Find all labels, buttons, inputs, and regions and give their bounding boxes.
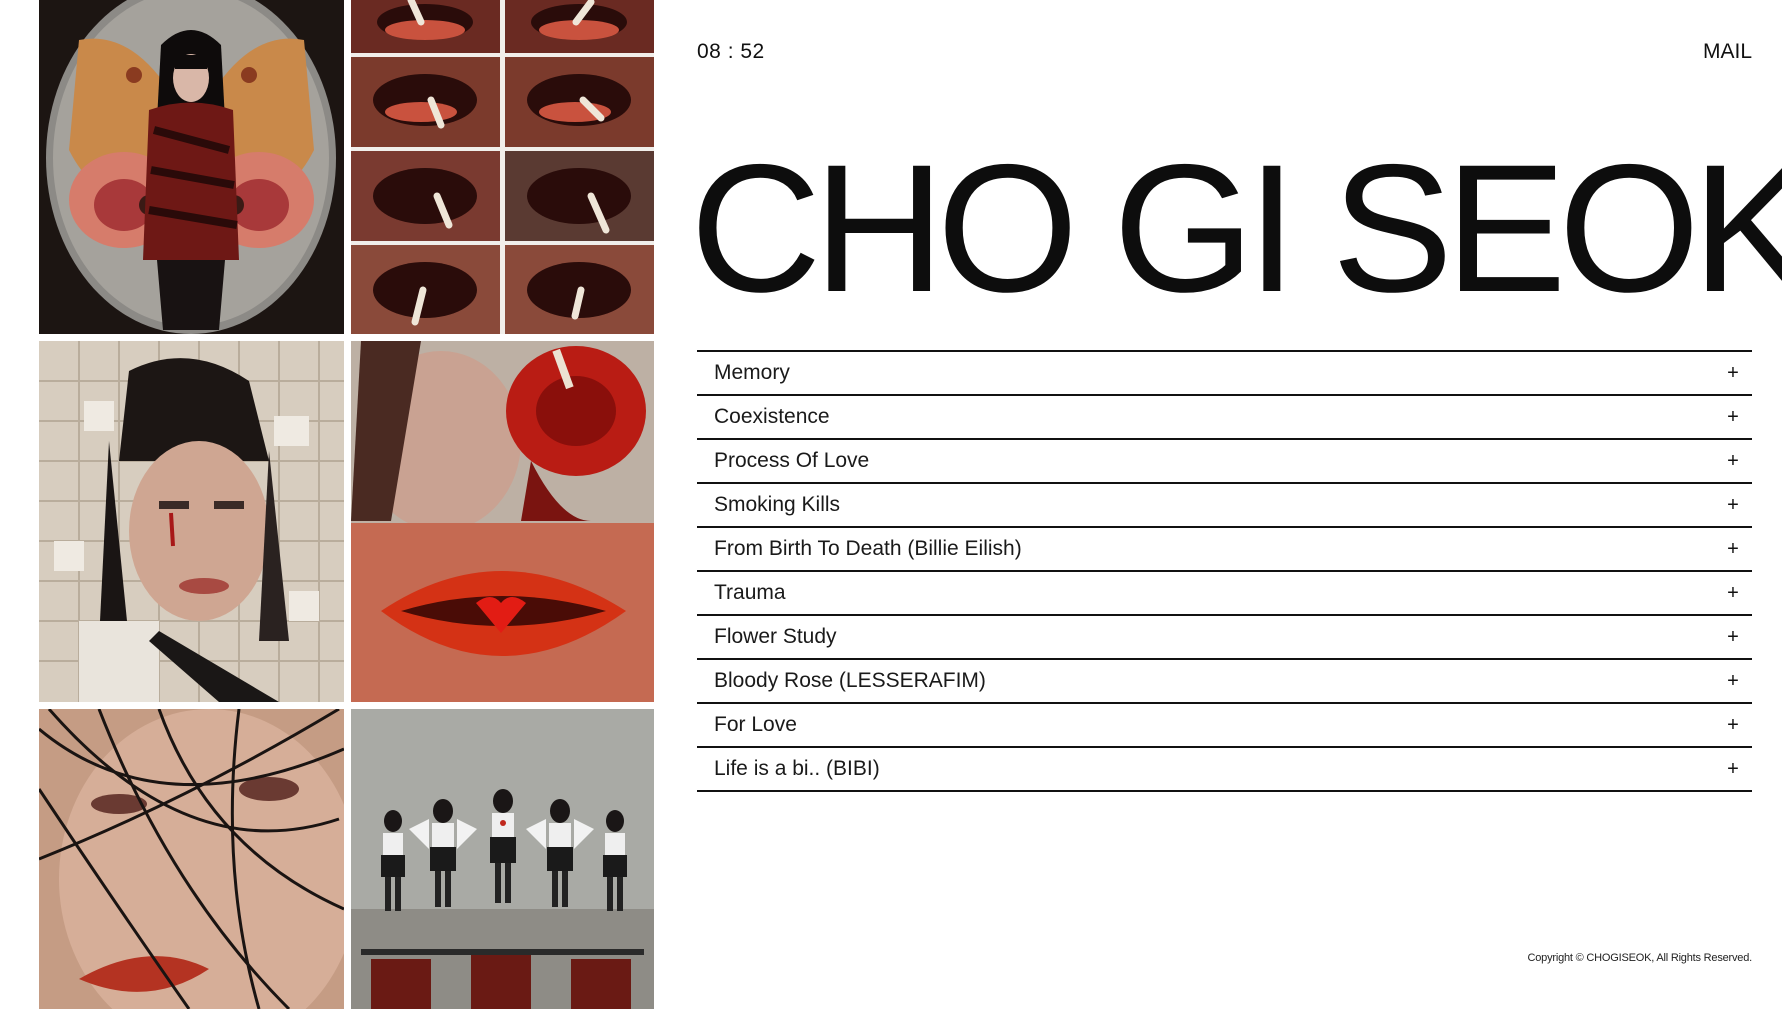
list-item-life-is-a-bi[interactable]: Life is a bi.. (BIBI) + bbox=[697, 748, 1752, 792]
plus-icon[interactable]: + bbox=[1726, 758, 1740, 781]
list-item-label: Coexistence bbox=[714, 405, 830, 428]
plus-icon[interactable]: + bbox=[1726, 494, 1740, 517]
list-item-memory[interactable]: Memory + bbox=[697, 352, 1752, 396]
list-item-label: Memory bbox=[714, 361, 790, 384]
list-item-label: For Love bbox=[714, 713, 797, 736]
clock-time: 08 : 52 bbox=[697, 40, 765, 63]
hair-face-closeup-photo[interactable] bbox=[39, 709, 344, 1009]
list-item-label: Process Of Love bbox=[714, 449, 870, 472]
list-item-trauma[interactable]: Trauma + bbox=[697, 572, 1752, 616]
portrait-moth-oval-photo[interactable] bbox=[39, 0, 344, 334]
angel-wings-group-photo[interactable] bbox=[351, 709, 654, 1009]
list-item-coexistence[interactable]: Coexistence + bbox=[697, 396, 1752, 440]
copyright-notice: Copyright © CHOGISEOK, All Rights Reserv… bbox=[1527, 952, 1753, 964]
rose-red-lips-photo[interactable] bbox=[351, 341, 654, 702]
list-item-label: Trauma bbox=[714, 581, 786, 604]
puzzle-face-photo[interactable] bbox=[39, 341, 344, 702]
plus-icon[interactable]: + bbox=[1726, 670, 1740, 693]
mail-link[interactable]: MAIL bbox=[1703, 40, 1752, 64]
list-item-flower-study[interactable]: Flower Study + bbox=[697, 616, 1752, 660]
page-title: CHO GI SEOK bbox=[690, 126, 1782, 330]
list-item-smoking-kills[interactable]: Smoking Kills + bbox=[697, 484, 1752, 528]
list-item-label: Flower Study bbox=[714, 625, 837, 648]
smoking-lips-grid-photo[interactable] bbox=[351, 0, 654, 334]
list-item-bloody-rose[interactable]: Bloody Rose (LESSERAFIM) + bbox=[697, 660, 1752, 704]
plus-icon[interactable]: + bbox=[1726, 714, 1740, 737]
image-gallery bbox=[0, 0, 660, 1009]
list-item-from-birth-to-death[interactable]: From Birth To Death (Billie Eilish) + bbox=[697, 528, 1752, 572]
list-item-label: Life is a bi.. (BIBI) bbox=[714, 757, 880, 780]
plus-icon[interactable]: + bbox=[1726, 582, 1740, 605]
list-item-label: Smoking Kills bbox=[714, 493, 841, 516]
list-item-for-love[interactable]: For Love + bbox=[697, 704, 1752, 748]
plus-icon[interactable]: + bbox=[1726, 362, 1740, 385]
plus-icon[interactable]: + bbox=[1726, 538, 1740, 561]
plus-icon[interactable]: + bbox=[1726, 406, 1740, 429]
list-item-process-of-love[interactable]: Process Of Love + bbox=[697, 440, 1752, 484]
project-accordion-list: Memory + Coexistence + Process Of Love +… bbox=[697, 350, 1752, 792]
list-item-label: Bloody Rose (LESSERAFIM) bbox=[714, 669, 986, 692]
plus-icon[interactable]: + bbox=[1726, 626, 1740, 649]
plus-icon[interactable]: + bbox=[1726, 450, 1740, 473]
list-item-label: From Birth To Death (Billie Eilish) bbox=[714, 537, 1022, 560]
page: 08 : 52 MAIL CHO GI SEOK Memory + Coexis… bbox=[0, 0, 1782, 1009]
